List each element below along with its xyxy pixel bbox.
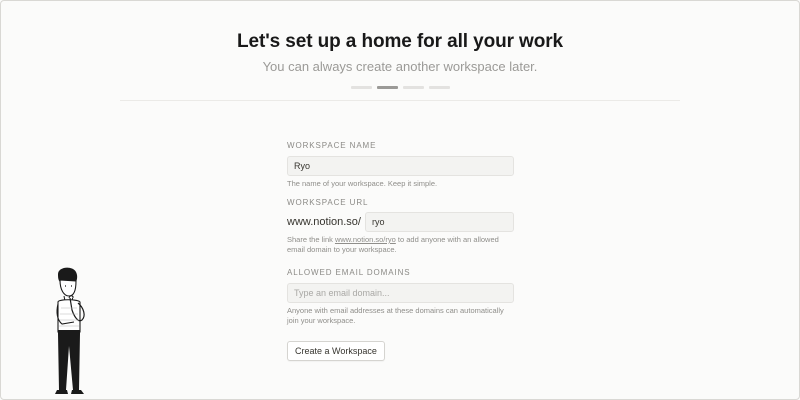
workspace-name-section: Workspace Name Ryo The name of your work… bbox=[287, 140, 514, 189]
page-header: Let's set up a home for all your work Yo… bbox=[0, 30, 800, 89]
progress-step-2 bbox=[376, 86, 398, 89]
create-workspace-button[interactable]: Create a Workspace bbox=[287, 341, 385, 361]
workspace-url-link[interactable]: www.notion.so/ryo bbox=[335, 235, 396, 244]
workspace-name-label: Workspace Name bbox=[287, 141, 377, 150]
workspace-url-section: Workspace URL www.notion.so/ ryo Share t… bbox=[287, 197, 514, 255]
progress-step-3 bbox=[402, 86, 424, 89]
workspace-url-input[interactable]: ryo bbox=[364, 212, 514, 232]
header-divider bbox=[120, 100, 680, 101]
workspace-name-input[interactable]: Ryo bbox=[287, 156, 514, 176]
workspace-url-row: www.notion.so/ ryo bbox=[287, 212, 514, 232]
workspace-name-help: The name of your workspace. Keep it simp… bbox=[287, 179, 438, 188]
allowed-domains-section: Allowed Email Domains Type an email doma… bbox=[287, 267, 514, 326]
progress-step-1 bbox=[350, 86, 372, 89]
workspace-url-prefix: www.notion.so/ bbox=[287, 216, 361, 228]
progress-step-4 bbox=[428, 86, 450, 89]
workspace-url-help: Share the link www.notion.so/ryo to add … bbox=[287, 235, 514, 255]
workspace-url-label: Workspace URL bbox=[287, 198, 369, 207]
allowed-domains-label: Allowed Email Domains bbox=[287, 268, 411, 277]
allowed-domains-input[interactable]: Type an email domain... bbox=[287, 283, 514, 303]
thinking-person-icon bbox=[55, 267, 85, 394]
allowed-domains-help: Anyone with email addresses at these dom… bbox=[287, 306, 504, 325]
submit-section: Create a Workspace bbox=[287, 331, 385, 361]
progress-steps bbox=[0, 86, 800, 89]
workspace-url-help-text-before: Share the link bbox=[287, 235, 335, 244]
page-subtitle: You can always create another workspace … bbox=[262, 59, 538, 74]
page-title: Let's set up a home for all your work bbox=[237, 31, 563, 52]
